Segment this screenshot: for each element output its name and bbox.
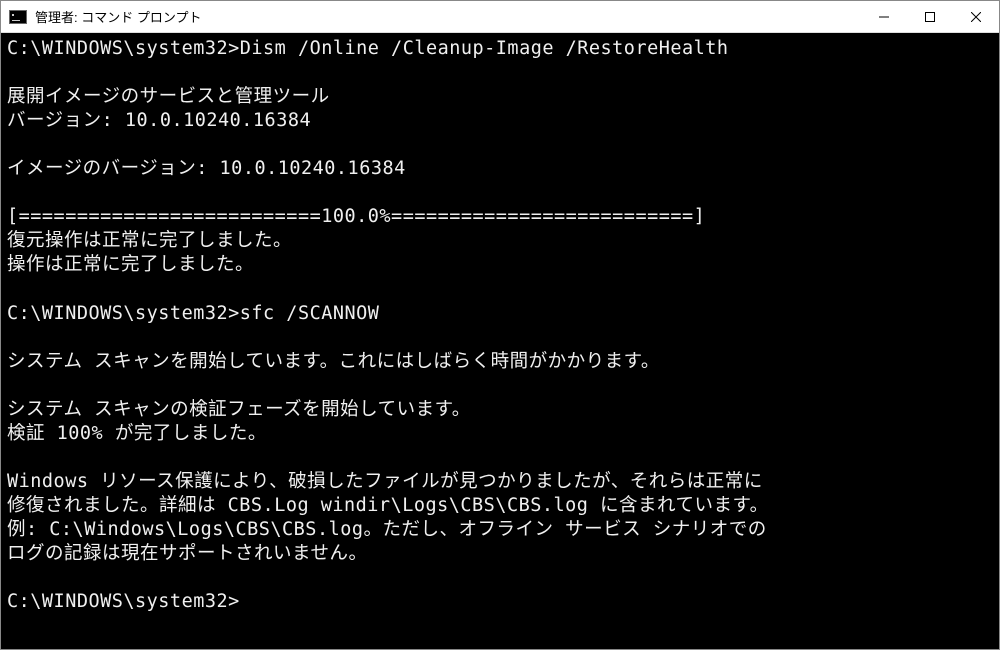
terminal-line: C:\WINDOWS\system32> xyxy=(7,590,993,614)
terminal-line xyxy=(7,181,993,205)
maximize-button[interactable] xyxy=(907,1,953,32)
terminal-output[interactable]: C:\WINDOWS\system32>Dism /Online /Cleanu… xyxy=(1,33,999,649)
terminal-line: ログの記録は現在サポートされいません。 xyxy=(7,542,993,566)
terminal-line xyxy=(7,277,993,301)
maximize-icon xyxy=(925,12,935,22)
minimize-button[interactable] xyxy=(861,1,907,32)
terminal-line xyxy=(7,374,993,398)
terminal-line: [==========================100.0%=======… xyxy=(7,205,993,229)
terminal-line: バージョン: 10.0.10240.16384 xyxy=(7,109,993,133)
terminal-line xyxy=(7,446,993,470)
terminal-line: Windows リソース保護により、破損したファイルが見つかりましたが、それらは… xyxy=(7,470,993,494)
close-button[interactable] xyxy=(953,1,999,32)
terminal-line: イメージのバージョン: 10.0.10240.16384 xyxy=(7,157,993,181)
terminal-line xyxy=(7,61,993,85)
titlebar[interactable]: 管理者: コマンド プロンプト xyxy=(1,1,999,33)
terminal-line: 復元操作は正常に完了しました。 xyxy=(7,229,993,253)
window-controls xyxy=(861,1,999,32)
command-prompt-window: 管理者: コマンド プロンプト C:\WINDOWS\system32>Dism… xyxy=(0,0,1000,650)
terminal-line: システム スキャンの検証フェーズを開始しています。 xyxy=(7,398,993,422)
terminal-line: C:\WINDOWS\system32>sfc /SCANNOW xyxy=(7,302,993,326)
terminal-line: 修復されました。詳細は CBS.Log windir\Logs\CBS\CBS.… xyxy=(7,494,993,518)
terminal-line xyxy=(7,326,993,350)
terminal-line: 例: C:\Windows\Logs\CBS\CBS.log。ただし、オフライン… xyxy=(7,518,993,542)
terminal-line: C:\WINDOWS\system32>Dism /Online /Cleanu… xyxy=(7,37,993,61)
terminal-line: 操作は正常に完了しました。 xyxy=(7,253,993,277)
close-icon xyxy=(971,12,981,22)
terminal-line xyxy=(7,133,993,157)
terminal-line: 検証 100% が完了しました。 xyxy=(7,422,993,446)
terminal-line xyxy=(7,566,993,590)
minimize-icon xyxy=(879,12,889,22)
cmd-icon xyxy=(9,10,27,24)
terminal-line: 展開イメージのサービスと管理ツール xyxy=(7,85,993,109)
window-title: 管理者: コマンド プロンプト xyxy=(35,7,861,26)
terminal-line: システム スキャンを開始しています。これにはしばらく時間がかかります。 xyxy=(7,350,993,374)
